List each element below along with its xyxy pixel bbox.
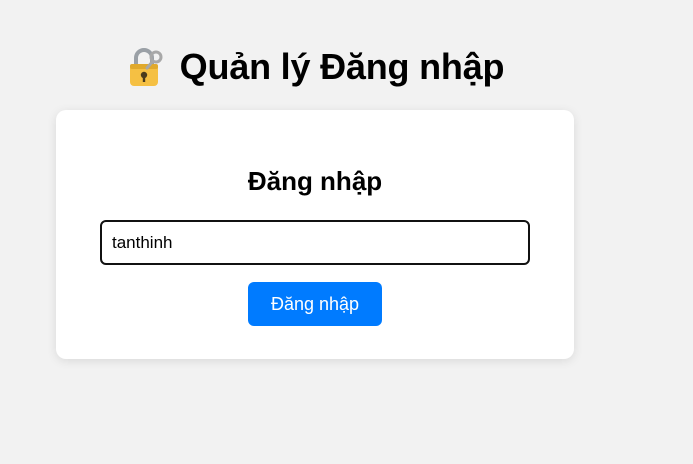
login-button[interactable]: Đăng nhập: [248, 282, 382, 326]
login-form-title: Đăng nhập: [247, 166, 383, 196]
page-header: Quản lý Đăng nhập: [0, 42, 630, 92]
locked-with-key-icon: [126, 46, 166, 88]
username-input[interactable]: [100, 220, 530, 265]
login-card: Đăng nhập Đăng nhập: [56, 110, 574, 359]
page-title: Quản lý Đăng nhập: [179, 46, 505, 87]
